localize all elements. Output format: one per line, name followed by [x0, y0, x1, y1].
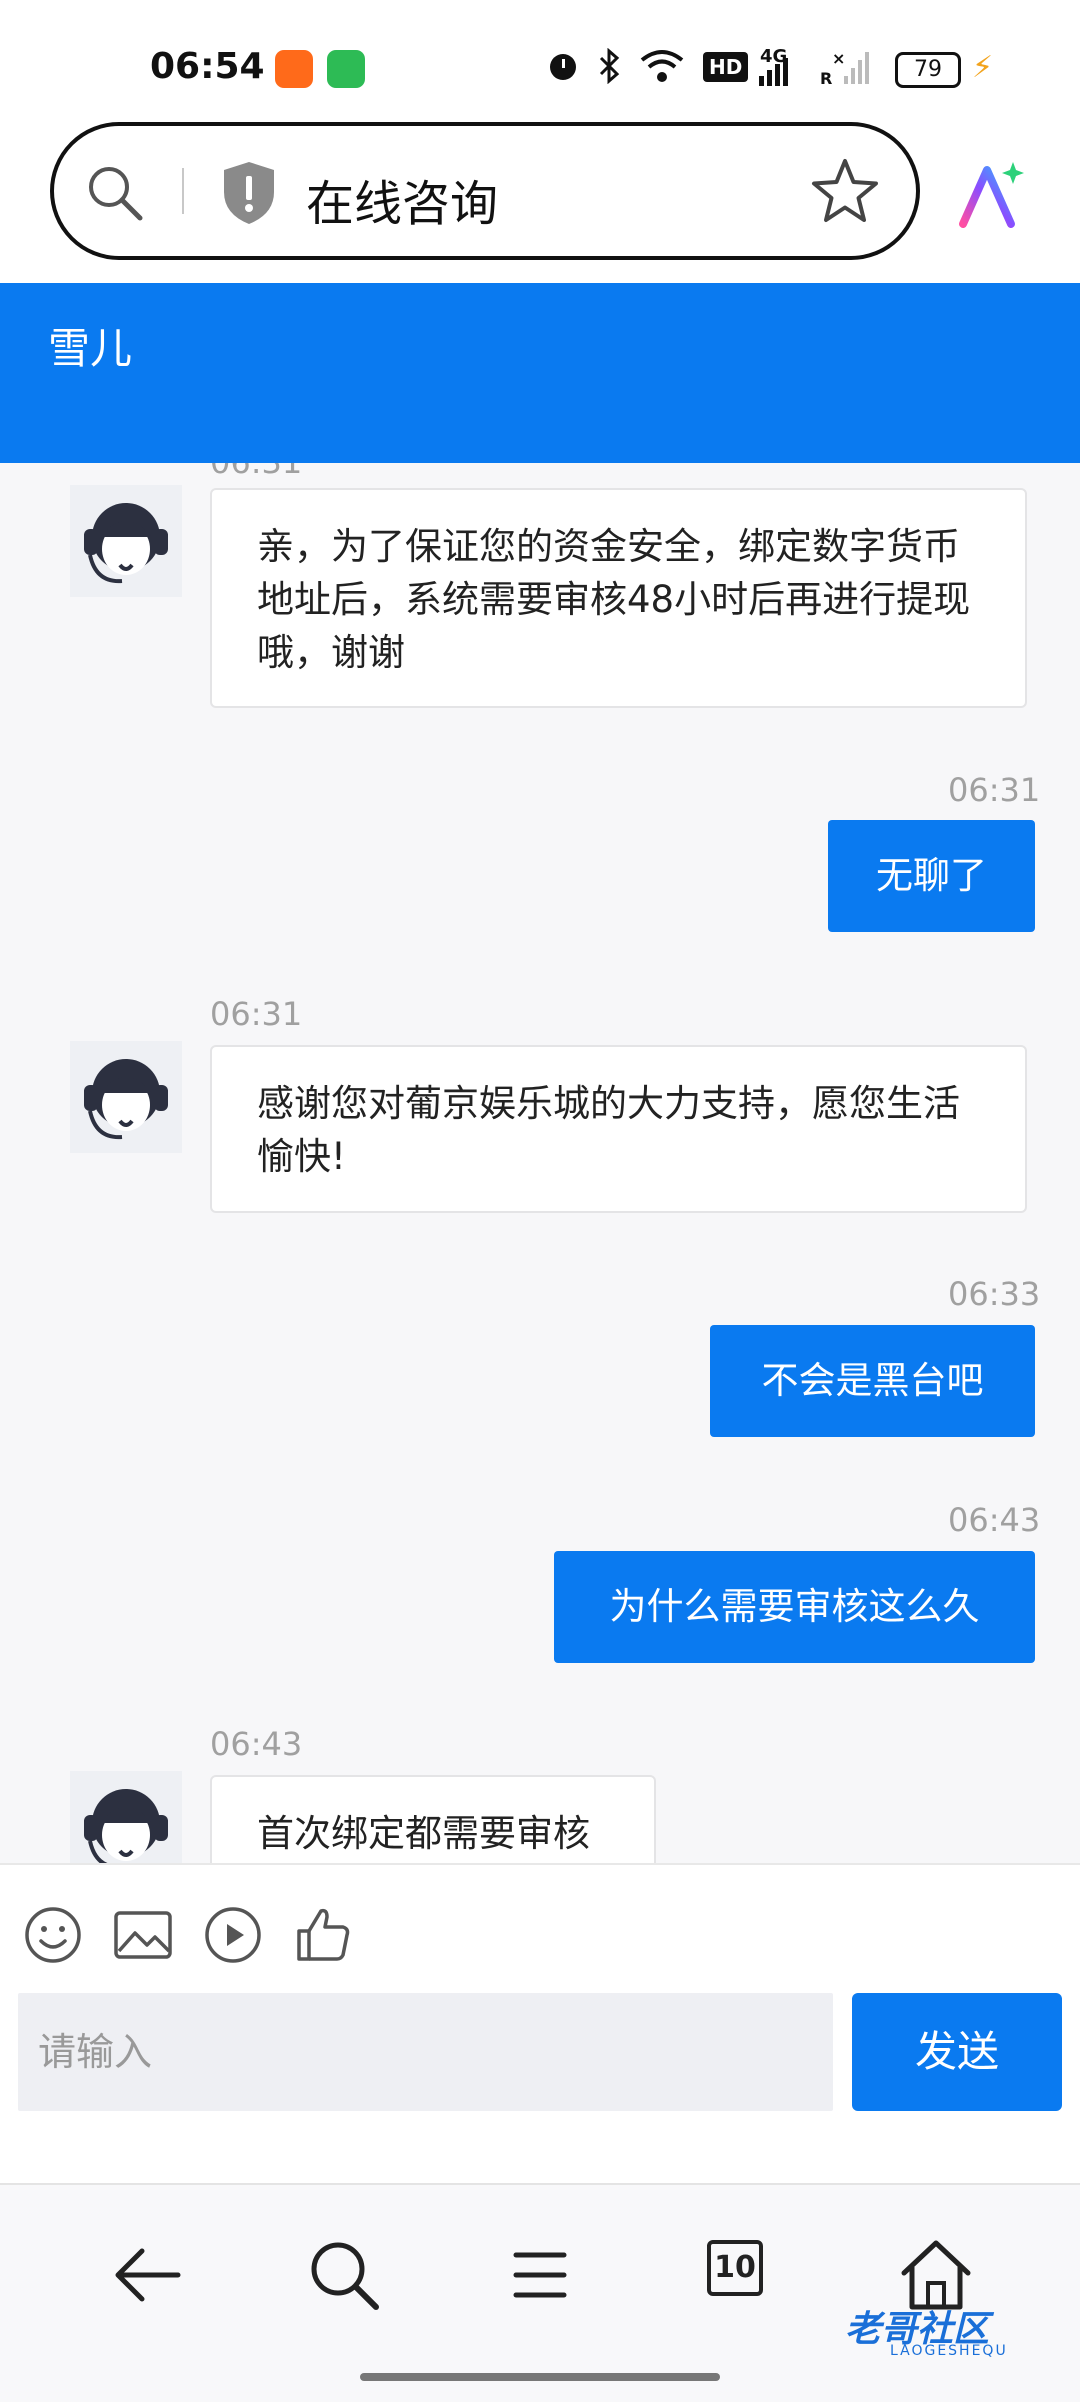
- address-bar[interactable]: 在线咨询: [50, 122, 920, 260]
- alarm-icon: [550, 54, 576, 80]
- address-divider: [182, 168, 184, 214]
- charging-icon: ⚡: [972, 50, 994, 85]
- emoji-icon[interactable]: [23, 1905, 83, 1965]
- search-icon[interactable]: [304, 2235, 384, 2315]
- message-input[interactable]: [18, 1993, 833, 2111]
- svg-text:R: R: [820, 69, 832, 86]
- browser-nav-bar: 10: [0, 2183, 1080, 2402]
- svg-text:×: ×: [832, 50, 845, 68]
- user-message-bubble: 为什么需要审核这么久: [554, 1551, 1035, 1663]
- agent-message-bubble: 感谢您对葡京娱乐城的大力支持，愿您生活愉快!: [210, 1045, 1027, 1213]
- message-timestamp: 06:31: [210, 463, 302, 481]
- message-timestamp: 06:31: [210, 995, 303, 1033]
- hd-badge: HD: [703, 52, 749, 82]
- agent-avatar: [70, 485, 182, 597]
- star-bookmark-icon[interactable]: [810, 156, 880, 226]
- agent-message-bubble: 亲，为了保证您的资金安全，绑定数字货币地址后，系统需要审核48小时后再进行提现哦…: [210, 488, 1027, 708]
- agent-avatar: [70, 1771, 182, 1863]
- message-timestamp: 06:31: [948, 771, 1041, 809]
- ai-assistant-icon[interactable]: [955, 160, 1025, 230]
- message-timestamp: 06:43: [948, 1501, 1041, 1539]
- agent-name: 雪儿: [48, 324, 133, 373]
- security-app-icon: [327, 50, 365, 88]
- tab-count-button[interactable]: 10: [707, 2240, 763, 2296]
- chat-header: 雪儿: [0, 283, 1080, 463]
- user-message-bubble: 不会是黑台吧: [710, 1325, 1035, 1437]
- gesture-home-bar[interactable]: [360, 2373, 720, 2381]
- bluetooth-icon: [599, 48, 620, 84]
- battery-indicator: 79: [895, 52, 961, 88]
- message-timestamp: 06:33: [948, 1275, 1041, 1313]
- wifi-icon: [640, 50, 684, 82]
- back-arrow-icon[interactable]: [108, 2235, 188, 2315]
- composer: 发送: [0, 1863, 1080, 2185]
- send-button[interactable]: 发送: [852, 1993, 1062, 2111]
- watermark-subtext: LAOGESHEQU: [890, 2343, 1008, 2359]
- agent-message-bubble: 首次绑定都需要审核: [210, 1775, 656, 1863]
- chat-messages[interactable]: 06:31 亲，为了保证您的资金安全，绑定数字货币地址后，系统需要审核48小时后…: [0, 463, 1080, 1863]
- status-bar: 06:54 HD 4G R × 79 ⚡: [0, 0, 1080, 120]
- user-message-bubble: 无聊了: [828, 820, 1035, 932]
- image-icon[interactable]: [113, 1905, 173, 1965]
- signal-icon-2: R×: [820, 50, 869, 86]
- page-title: 在线咨询: [306, 176, 499, 232]
- message-timestamp: 06:43: [210, 1725, 303, 1763]
- signal-icon: [759, 58, 788, 86]
- play-icon[interactable]: [203, 1905, 263, 1965]
- security-shield-icon[interactable]: [220, 160, 278, 226]
- agent-avatar: [70, 1041, 182, 1153]
- menu-icon[interactable]: [500, 2235, 580, 2315]
- search-icon[interactable]: [84, 162, 146, 224]
- thumbs-up-icon[interactable]: [293, 1905, 353, 1965]
- status-time: 06:54: [150, 46, 265, 87]
- notification-app-icon: [275, 50, 313, 88]
